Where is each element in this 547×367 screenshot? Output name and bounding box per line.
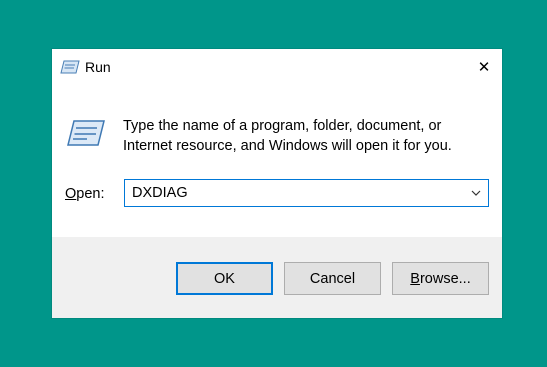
prompt-line-1: Type the name of a program, folder, docu… [123, 118, 442, 134]
title-bar[interactable]: Run ✕ [52, 49, 502, 87]
prompt-text: Type the name of a program, folder, docu… [123, 116, 483, 156]
close-button[interactable]: ✕ [466, 49, 502, 85]
dropdown-button[interactable] [467, 184, 485, 202]
open-input[interactable] [125, 180, 455, 206]
run-large-icon [67, 120, 105, 146]
run-icon [60, 60, 80, 74]
prompt-line-2: Internet resource, and Windows will open… [123, 138, 452, 154]
browse-label-rest: rowse... [419, 270, 471, 287]
run-dialog: Run ✕ Type the name of a program, folder… [52, 49, 502, 318]
open-label-rest: pen: [76, 186, 105, 202]
open-label-mnemonic: O [65, 186, 77, 202]
window-title: Run [85, 59, 111, 75]
open-combobox[interactable] [124, 179, 489, 207]
open-label: Open: [65, 186, 105, 202]
cancel-button[interactable]: Cancel [284, 262, 381, 295]
ok-button[interactable]: OK [176, 262, 273, 295]
button-bar: OK Cancel Browse... [52, 237, 502, 318]
close-icon: ✕ [477, 59, 491, 76]
browse-button[interactable]: Browse... [392, 262, 489, 295]
browse-mnemonic: B [410, 270, 420, 287]
chevron-down-icon [471, 190, 481, 196]
